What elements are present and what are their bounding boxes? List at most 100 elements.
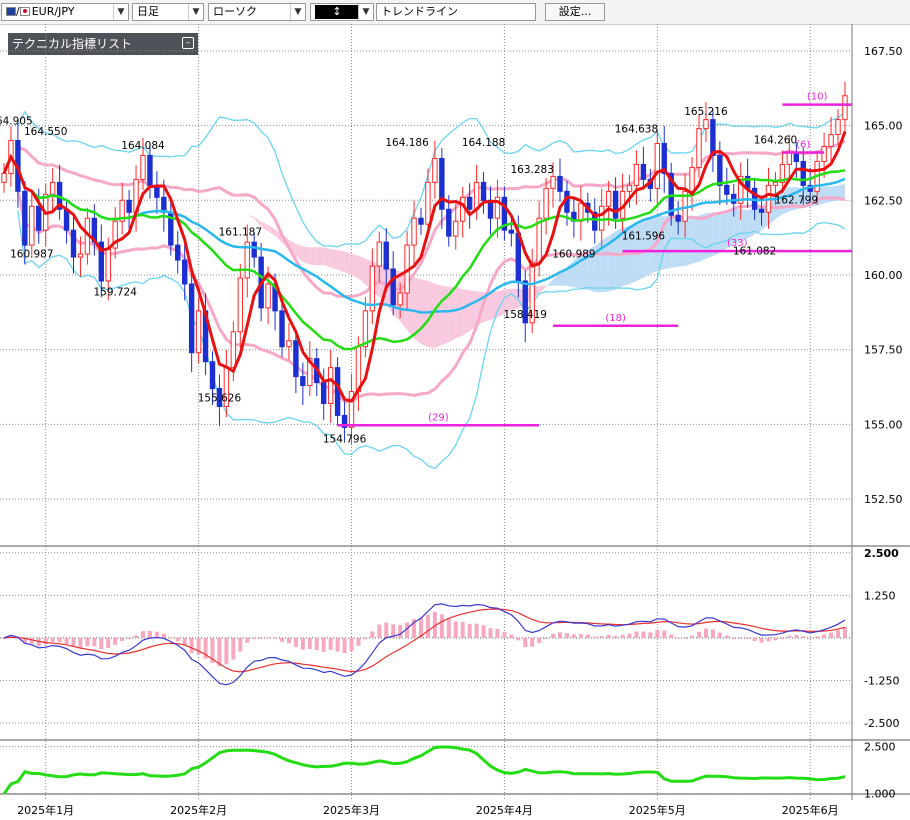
- macd-histogram-bar: [363, 637, 368, 640]
- candle-body: [446, 208, 452, 237]
- candle-body: [70, 229, 77, 258]
- macd-histogram-bar: [801, 636, 806, 638]
- macd-histogram-bar: [495, 628, 500, 638]
- macd-histogram-bar: [446, 618, 451, 638]
- candle-body: [550, 175, 556, 189]
- macd-histogram-bar: [335, 637, 340, 652]
- time-tick-label: 2025年5月: [629, 803, 686, 817]
- candle-body: [22, 190, 28, 246]
- macd-histogram-bar: [571, 634, 576, 638]
- cloud-segment: [94, 187, 102, 192]
- macd-line: [3, 603, 846, 686]
- macd-histogram-bar: [745, 637, 750, 639]
- time-tick-label: 2025年6月: [782, 803, 839, 817]
- cloud-segment: [462, 289, 470, 336]
- cloud-segment: [643, 216, 651, 278]
- candle-body: [633, 163, 640, 186]
- candle-body: [689, 166, 695, 192]
- macd-histogram-bar: [544, 637, 549, 639]
- price-annotation: 155.626: [198, 393, 242, 405]
- eu-flag-icon: [6, 7, 16, 16]
- settings-button[interactable]: 設定...: [545, 3, 605, 21]
- candle-body: [300, 376, 306, 387]
- timeframe-select[interactable]: 日足 ▼: [132, 3, 204, 21]
- cloud-segment: [344, 251, 352, 275]
- price-annotation: 154.796: [323, 434, 367, 446]
- price-annotation: 158.419: [504, 309, 547, 321]
- chevron-down-icon[interactable]: ▼: [113, 4, 128, 20]
- macd-histogram-bar: [252, 637, 257, 639]
- macd-histogram-bar: [558, 632, 562, 638]
- symbol-select[interactable]: / EUR/JPY ▼: [1, 3, 129, 21]
- macd-histogram-bar: [627, 633, 632, 638]
- macd-histogram-bar: [724, 635, 729, 638]
- candle-body: [508, 229, 515, 234]
- candle-body: [696, 128, 702, 168]
- candle-body: [390, 268, 396, 306]
- candle-body: [251, 241, 257, 258]
- macd-histogram-bar: [662, 630, 667, 638]
- toolbar: / EUR/JPY ▼ 日足 ▼ ローソク ▼ ↕ ▼ トレンドライン 設定...: [0, 0, 910, 25]
- line-tool-field[interactable]: トレンドライン: [376, 3, 536, 21]
- cloud-segment: [351, 253, 359, 279]
- macd-histogram-bar: [99, 637, 104, 650]
- candle-body: [821, 146, 827, 162]
- macd-histogram-bar: [815, 636, 820, 638]
- price-tick-label: 167.50: [864, 45, 903, 58]
- macd-histogram-bar: [717, 632, 722, 638]
- macd-signal-line: [3, 608, 846, 673]
- cloud-segment: [678, 215, 686, 267]
- cloud-segment: [740, 209, 748, 242]
- cloud-segment: [546, 279, 554, 287]
- price-annotation: 161.187: [219, 227, 262, 239]
- macd-histogram-bar: [307, 637, 312, 650]
- cloud-segment: [101, 191, 109, 198]
- macd-histogram-bar: [147, 630, 152, 638]
- candle-body: [327, 367, 334, 404]
- candle-body: [397, 292, 403, 306]
- candle-body: [724, 184, 730, 195]
- candle-body: [599, 205, 605, 231]
- chart-type-select[interactable]: ローソク ▼: [208, 3, 306, 21]
- macd-histogram-bar: [127, 637, 132, 640]
- candle-body: [786, 151, 793, 165]
- macd-histogram-bar: [710, 629, 715, 638]
- chevron-down-icon[interactable]: ▼: [290, 4, 305, 20]
- chevron-down-icon[interactable]: ▼: [358, 4, 373, 20]
- timeframe-label: 日足: [137, 5, 159, 18]
- cloud-segment: [747, 208, 755, 239]
- price-tick-label: 162.50: [864, 194, 903, 207]
- price-annotation: 164.260: [754, 135, 797, 147]
- macd-histogram-bar: [321, 637, 326, 652]
- price-annotation: 161.596: [622, 230, 666, 242]
- macd-histogram-bar: [29, 637, 34, 644]
- macd-histogram-bar: [780, 637, 785, 639]
- draw-tool-select[interactable]: ↕ ▼: [310, 3, 374, 21]
- macd-histogram-bar: [356, 637, 361, 646]
- count-marker-label: (6): [796, 139, 810, 150]
- macd-histogram-bar: [683, 637, 688, 639]
- macd-histogram-bar: [259, 637, 264, 639]
- macd-histogram-bar: [523, 637, 528, 648]
- candle-body: [49, 181, 56, 195]
- macd-histogram-bar: [731, 637, 736, 639]
- cloud-segment: [309, 247, 317, 266]
- candle-body: [473, 181, 480, 210]
- count-marker-label: (29): [428, 412, 449, 423]
- bottom-tick-label: 1.000: [864, 788, 896, 801]
- price-tick-label: 152.50: [864, 493, 903, 506]
- price-annotation: 160.989: [552, 248, 595, 260]
- chart-area[interactable]: (29)(18)(33)(10)(6) 164.905164.550160.98…: [0, 24, 910, 820]
- candle-body: [432, 157, 438, 183]
- cloud-segment: [198, 215, 206, 218]
- candle-body: [77, 253, 84, 258]
- candle-body: [175, 244, 181, 261]
- macd-histogram-bar: [161, 633, 166, 638]
- candle-body: [842, 95, 848, 121]
- chevron-down-icon[interactable]: ▼: [188, 4, 203, 20]
- macd-histogram-bar: [453, 621, 458, 638]
- cloud-segment: [316, 247, 324, 266]
- macd-histogram-bar: [564, 632, 569, 638]
- macd-histogram-bar: [342, 637, 347, 654]
- cloud-segment: [330, 248, 338, 270]
